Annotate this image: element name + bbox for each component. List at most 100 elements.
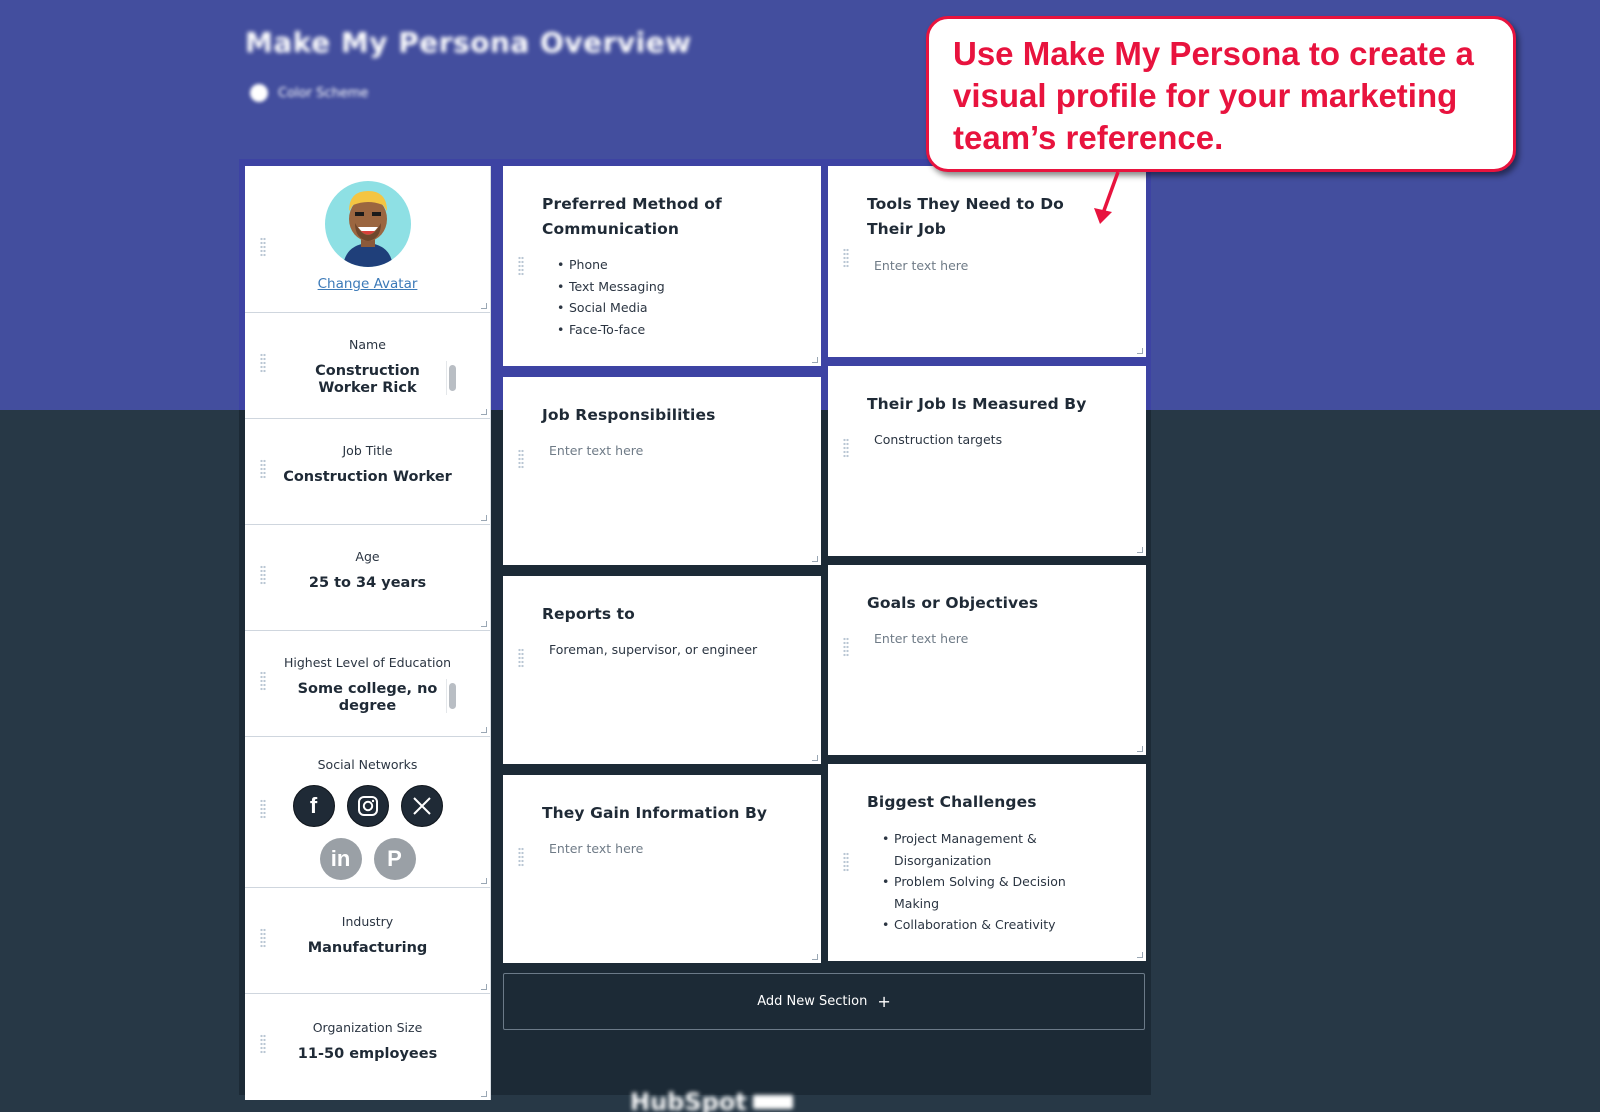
list-item: Text Messaging — [557, 276, 801, 298]
resize-handle[interactable] — [1137, 547, 1143, 553]
resize-handle[interactable] — [481, 515, 487, 521]
card-gain-information: They Gain Information By Enter text here — [503, 775, 821, 963]
card-title[interactable]: Their Job Is Measured By — [867, 392, 1116, 417]
field-industry: Industry Manufacturing — [245, 888, 490, 994]
drag-handle-icon[interactable] — [843, 637, 849, 657]
industry-value[interactable]: Manufacturing — [245, 940, 490, 957]
field-org-size: Organization Size 11-50 employees — [245, 994, 490, 1100]
drag-handle-icon[interactable] — [843, 248, 849, 268]
list-item: Project Management & Disorganization — [882, 828, 1106, 871]
hubspot-logo-tag — [752, 1095, 793, 1109]
card-responsibilities: Job Responsibilities Enter text here — [503, 377, 821, 565]
resize-handle[interactable] — [481, 303, 487, 309]
card-body[interactable]: Enter text here — [549, 443, 801, 458]
card-title[interactable]: Goals or Objectives — [867, 591, 1116, 616]
paint-bucket-icon — [250, 84, 268, 102]
drag-handle-icon[interactable] — [260, 799, 266, 819]
resize-handle[interactable] — [812, 556, 818, 562]
list-item: Face-To-face — [557, 319, 801, 341]
resize-handle[interactable] — [1137, 348, 1143, 354]
callout-arrow-icon — [1094, 171, 1120, 224]
org-size-value[interactable]: 11-50 employees — [245, 1046, 490, 1063]
add-new-section-button[interactable]: Add New Section + — [503, 973, 1145, 1030]
job-title-value[interactable]: Construction Worker — [245, 469, 490, 486]
card-body[interactable]: Enter text here — [549, 841, 801, 856]
hubspot-logo: HubSpot — [630, 1088, 793, 1112]
resize-handle[interactable] — [1137, 746, 1143, 752]
change-avatar-link[interactable]: Change Avatar — [318, 276, 418, 292]
page-title: Make My Persona Overview — [245, 26, 692, 59]
x-icon[interactable] — [400, 785, 443, 827]
card-body[interactable]: Enter text here — [874, 631, 1126, 646]
resize-handle[interactable] — [481, 409, 487, 415]
color-scheme-label: Color Scheme — [278, 85, 369, 101]
drag-handle-icon[interactable] — [843, 852, 849, 872]
card-title[interactable]: Job Responsibilities — [542, 403, 791, 428]
color-scheme-button[interactable]: Color Scheme — [250, 84, 368, 102]
resize-handle[interactable] — [481, 1091, 487, 1097]
card-body[interactable]: Construction targets — [874, 432, 1126, 447]
age-value[interactable]: 25 to 34 years — [245, 575, 490, 592]
field-education: Highest Level of Education Some college,… — [245, 631, 490, 737]
field-label: Social Networks — [317, 757, 418, 772]
resize-handle[interactable] — [812, 954, 818, 960]
profile-column: Change Avatar Name Construction Worker R… — [245, 166, 491, 1100]
field-social-networks: Social Networks f in P — [245, 737, 490, 888]
drag-handle-icon[interactable] — [518, 449, 524, 469]
card-body[interactable]: Enter text here — [874, 258, 1126, 273]
card-reports-to: Reports to Foreman, supervisor, or engin… — [503, 576, 821, 764]
field-label: Age — [355, 549, 380, 564]
instagram-icon[interactable] — [346, 785, 389, 827]
drag-handle-icon[interactable] — [518, 648, 524, 668]
drag-handle-icon[interactable] — [260, 459, 266, 479]
card-title[interactable]: Reports to — [542, 602, 791, 627]
card-title[interactable]: Preferred Method of Communication — [542, 192, 791, 242]
drag-handle-icon[interactable] — [260, 237, 266, 257]
hubspot-logo-text: HubSpot — [630, 1088, 747, 1112]
callout-annotation: Use Make My Persona to create a visual p… — [926, 16, 1516, 172]
resize-handle[interactable] — [481, 984, 487, 990]
avatar[interactable] — [324, 181, 411, 267]
field-name: Name Construction Worker Rick — [245, 313, 490, 419]
list-item: Collaboration & Creativity — [882, 914, 1106, 936]
resize-handle[interactable] — [481, 727, 487, 733]
drag-handle-icon[interactable] — [843, 438, 849, 458]
drag-handle-icon[interactable] — [260, 1034, 266, 1054]
avatar-illustration — [342, 191, 393, 267]
card-communication: Preferred Method of Communication Phone … — [503, 166, 821, 366]
linkedin-icon[interactable]: in — [319, 838, 362, 880]
card-body[interactable]: Phone Text Messaging Social Media Face-T… — [547, 254, 801, 340]
list-item: Phone — [557, 254, 801, 276]
field-label: Highest Level of Education — [283, 655, 452, 670]
list-item: Social Media — [557, 297, 801, 319]
drag-handle-icon[interactable] — [260, 928, 266, 948]
card-measured-by: Their Job Is Measured By Construction ta… — [828, 366, 1146, 556]
drag-handle-icon[interactable] — [518, 847, 524, 867]
drag-handle-icon[interactable] — [260, 565, 266, 585]
add-section-label: Add New Section — [757, 994, 868, 1009]
resize-handle[interactable] — [812, 755, 818, 761]
drag-handle-icon[interactable] — [518, 256, 524, 276]
card-title[interactable]: Biggest Challenges — [867, 790, 1116, 815]
scrollbar[interactable] — [449, 365, 456, 391]
field-label: Job Title — [342, 443, 393, 458]
scrollbar[interactable] — [449, 683, 456, 709]
list-item: Problem Solving & Decision Making — [882, 871, 1106, 914]
drag-handle-icon[interactable] — [260, 353, 266, 373]
card-challenges: Biggest Challenges Project Management & … — [828, 764, 1146, 961]
card-title[interactable]: They Gain Information By — [542, 801, 791, 826]
card-body[interactable]: Foreman, supervisor, or engineer — [549, 642, 801, 657]
field-label: Industry — [341, 914, 394, 929]
resize-handle[interactable] — [481, 878, 487, 884]
card-goals: Goals or Objectives Enter text here — [828, 565, 1146, 755]
resize-handle[interactable] — [481, 621, 487, 627]
pinterest-icon[interactable]: P — [373, 838, 416, 880]
card-body[interactable]: Project Management & Disorganization Pro… — [872, 828, 1106, 936]
card-title[interactable]: Tools They Need to Do Their Job — [867, 192, 1106, 242]
drag-handle-icon[interactable] — [260, 671, 266, 691]
plus-icon: + — [877, 992, 891, 1011]
facebook-icon[interactable]: f — [292, 785, 335, 827]
field-age: Age 25 to 34 years — [245, 525, 490, 631]
resize-handle[interactable] — [1137, 952, 1143, 958]
resize-handle[interactable] — [812, 357, 818, 363]
